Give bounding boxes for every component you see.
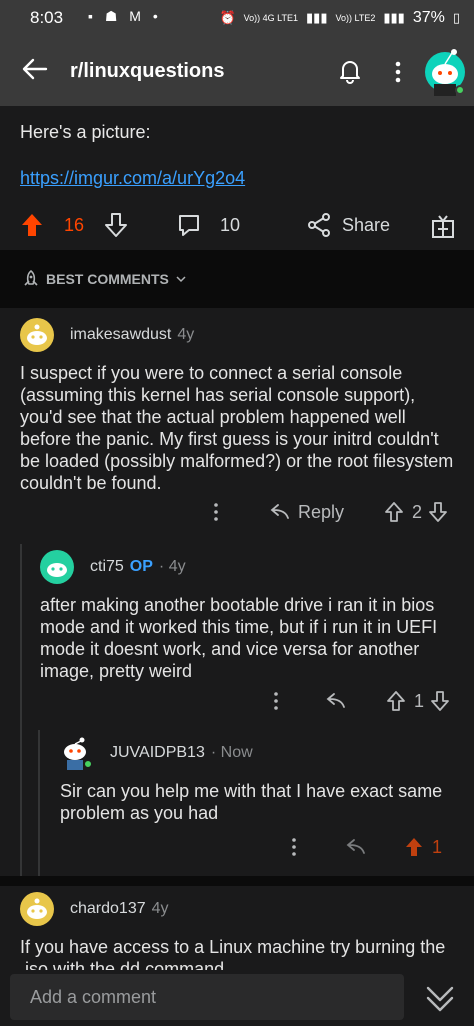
alarm-icon: ⏰ [219,10,236,25]
rocket-icon [22,270,40,288]
comment-score: 2 [412,501,423,522]
upvote-icon[interactable] [384,501,404,523]
expand-icon[interactable] [418,976,462,1020]
comment-score: 1 [432,836,443,857]
comments-button[interactable]: 10 [176,212,240,238]
gift-icon [430,212,456,240]
downvote-icon[interactable] [430,690,450,712]
comment-body: Sir can you help me with that I have exa… [60,781,443,823]
comment-list: imakesawdust 4y I suspect if you were to… [0,308,474,970]
reply-icon[interactable] [324,692,346,710]
comment: imakesawdust 4y I suspect if you were to… [20,318,460,494]
sort-label: BEST COMMENTS [46,271,169,287]
comment-actions: 1 [290,836,442,858]
comment-age: 4y [151,900,169,917]
comment-body: after making another bootable drive i ra… [40,595,438,681]
comment-meta: imakesawdust 4y [20,318,460,352]
comment-actions: 1 [272,690,450,712]
upvote-icon[interactable] [404,836,424,858]
subreddit-title[interactable]: r/linuxquestions [70,60,224,83]
reply-icon[interactable] [268,503,290,521]
comment-body: If you have access to a Linux machine tr… [20,937,446,970]
downvote-icon[interactable] [428,501,448,523]
comment: chardo137 4y If you have access to a Lin… [20,892,460,970]
comment-author[interactable]: cti75 [90,558,124,576]
award-button[interactable] [430,212,456,240]
network-2: Vo)) LTE2 [335,13,376,23]
thread-line [38,730,40,876]
share-button[interactable]: Share [306,212,390,238]
app-bar: r/linuxquestions [0,36,474,106]
post-card: Here's a picture: https://imgur.com/a/ur… [0,106,474,250]
comment-divider [0,876,474,886]
sort-dropdown[interactable]: BEST COMMENTS [22,270,187,288]
comment-actions: Reply 2 [212,501,448,523]
status-bar: 8:03 ▪ ☗ M • ⏰ Vo)) 4G LTE1 ▮▮▮ Vo)) LTE… [0,0,474,36]
user-avatar[interactable] [424,44,466,96]
bell-icon[interactable] [336,56,364,84]
comment-age: 4y [177,326,195,343]
add-comment-input[interactable]: Add a comment [10,974,404,1020]
comment-age: · 4y [158,558,186,575]
more-options-icon[interactable] [272,690,280,712]
comment-meta: JUVAIDPB13 · Now [60,736,460,770]
upvote-icon[interactable] [386,690,406,712]
post-score: 16 [64,214,85,235]
op-badge: OP [129,558,153,575]
post-text: Here's a picture: [20,122,151,142]
comment-composer: Add a comment [0,970,474,1026]
more-options-icon[interactable] [290,836,298,858]
comment-body: I suspect if you were to connect a seria… [20,363,454,493]
signal-icon: ▮▮▮ [306,10,328,25]
reply-icon[interactable] [344,838,366,856]
thread-line [20,544,22,876]
avatar[interactable] [40,550,74,584]
comment-score: 1 [414,690,425,711]
share-label: Share [342,214,391,235]
avatar[interactable] [20,318,54,352]
network-1: Vo)) 4G LTE1 [243,13,299,23]
post-vote-group: 16 [20,212,128,238]
more-options-icon[interactable] [392,58,404,86]
avatar[interactable] [60,736,94,770]
signal-icon-2: ▮▮▮ [383,10,405,25]
back-arrow-icon[interactable] [20,54,50,84]
comment-count: 10 [220,214,241,235]
status-right: ⏰ Vo)) 4G LTE1 ▮▮▮ Vo)) LTE2 ▮▮▮ 37% ▯ [219,9,460,27]
chevron-down-icon [175,273,187,285]
comment-author[interactable]: JUVAIDPB13 [110,744,205,762]
notification-icons: ▪ ☗ M • [88,8,162,24]
share-icon [306,212,332,238]
post-link[interactable]: https://imgur.com/a/urYg2o4 [20,168,245,189]
battery-level: 37% [412,9,445,26]
sort-bar: BEST COMMENTS [0,250,474,308]
comment-age: · Now [210,744,253,761]
comment-author[interactable]: imakesawdust [70,326,171,344]
post-actions: 16 10 Share [0,206,474,250]
comment: cti75 OP · 4y after making another boota… [40,550,460,682]
comment-meta: chardo137 4y [20,892,460,926]
comment-author[interactable]: chardo137 [70,900,146,918]
more-options-icon[interactable] [212,501,220,523]
status-time: 8:03 [30,8,64,27]
comment: JUVAIDPB13 · Now Sir can you help me wit… [60,736,460,824]
reply-label[interactable]: Reply [298,502,344,523]
upvote-icon[interactable] [20,212,44,238]
comment-meta: cti75 OP · 4y [40,550,460,584]
avatar[interactable] [20,892,54,926]
comment-icon [176,212,202,238]
downvote-icon[interactable] [104,212,128,238]
battery-icon: ▯ [452,10,460,25]
